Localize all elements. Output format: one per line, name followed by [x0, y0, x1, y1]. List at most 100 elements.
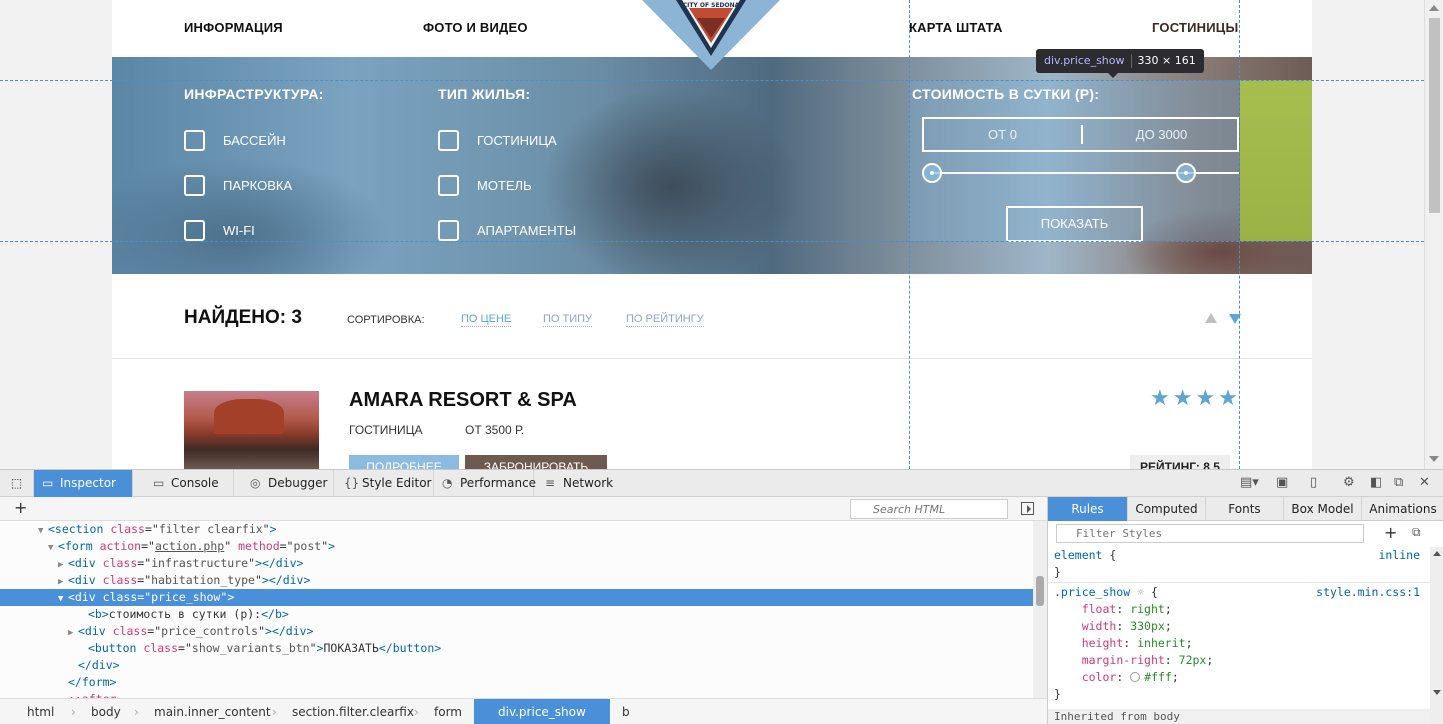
- add-rule-icon[interactable]: +: [1384, 523, 1397, 542]
- css-value[interactable]: #fff: [1144, 670, 1172, 684]
- tab-performance[interactable]: ◔ Performance: [434, 470, 536, 497]
- price-slider-max-handle[interactable]: [1176, 163, 1196, 183]
- filter-styles-input[interactable]: [1056, 524, 1364, 543]
- highlight-selector-icon[interactable]: ☼: [1137, 585, 1144, 599]
- scroll-down-icon[interactable]: [1433, 690, 1441, 695]
- breadcrumb-item[interactable]: section.filter.clearfix: [292, 699, 414, 724]
- css-value[interactable]: 330px: [1130, 619, 1165, 633]
- checkbox-box[interactable]: [184, 220, 205, 241]
- css-property[interactable]: color: [1082, 670, 1117, 684]
- markup-node[interactable]: <button class="show_variants_btn">ПОКАЗА…: [0, 640, 1033, 657]
- css-property[interactable]: width: [1082, 619, 1117, 633]
- rules-scrollbar[interactable]: [1430, 547, 1443, 724]
- toggle-sidebar-icon[interactable]: [1021, 502, 1034, 515]
- sort-by-type[interactable]: ПО ТИПУ: [543, 313, 593, 327]
- checkbox-box[interactable]: [438, 130, 459, 151]
- markup-node[interactable]: ▼ <div class="price_show">: [0, 589, 1033, 606]
- checkbox-box[interactable]: [184, 175, 205, 196]
- scroll-thumb[interactable]: [1429, 18, 1440, 213]
- nav-link-photo-video[interactable]: ФОТО И ВИДЕО: [423, 20, 528, 35]
- tab-inspector[interactable]: ▭ Inspector: [34, 470, 133, 497]
- tab-computed[interactable]: Computed: [1128, 497, 1206, 521]
- tab-box-model[interactable]: Box Model: [1284, 497, 1362, 521]
- dock-side-icon[interactable]: ◧: [1370, 475, 1382, 490]
- add-node-icon[interactable]: +: [14, 498, 27, 517]
- css-property[interactable]: margin-right: [1082, 653, 1165, 667]
- page-scrollbar[interactable]: [1424, 0, 1443, 469]
- toggle-pseudo-class-icon[interactable]: ⧉: [1412, 525, 1421, 540]
- checkbox-motel[interactable]: МОТЕЛЬ: [438, 175, 532, 196]
- tab-fonts[interactable]: Fonts: [1206, 497, 1284, 521]
- scroll-up-icon[interactable]: [1429, 5, 1439, 11]
- hotel-name[interactable]: AMARA RESORT & SPA: [349, 389, 577, 412]
- book-button[interactable]: ЗАБРОНИРОВАТЬ: [465, 455, 607, 469]
- checkbox-wifi[interactable]: WI-FI: [184, 220, 255, 241]
- breadcrumb-item[interactable]: main.inner_content: [154, 699, 271, 724]
- markup-node[interactable]: ▼ <section class="filter clearfix">: [0, 521, 1033, 538]
- checkbox-box[interactable]: [184, 130, 205, 151]
- tab-rules[interactable]: Rules: [1048, 497, 1128, 521]
- responsive-mode-icon[interactable]: ▯: [1310, 475, 1317, 490]
- sort-asc-icon[interactable]: [1205, 313, 1217, 323]
- hotel-price: ОТ 3500 Р.: [465, 423, 525, 437]
- search-html-input[interactable]: [850, 499, 1008, 519]
- markup-node[interactable]: </form>: [0, 674, 1033, 691]
- css-value[interactable]: inherit: [1137, 636, 1185, 650]
- pick-element-icon[interactable]: ⬚: [0, 470, 34, 497]
- css-property[interactable]: float: [1082, 602, 1117, 616]
- nav-link-info[interactable]: ИНФОРМАЦИЯ: [184, 20, 283, 35]
- checkbox-box[interactable]: [438, 175, 459, 196]
- price-to-input[interactable]: ДО 3000: [1083, 119, 1240, 150]
- undock-icon[interactable]: ⧉: [1394, 475, 1403, 490]
- css-property[interactable]: height: [1082, 636, 1124, 650]
- breadcrumb-item[interactable]: html: [27, 699, 54, 724]
- checkbox-hotel[interactable]: ГОСТИНИЦА: [438, 130, 557, 151]
- markup-node[interactable]: <b>стоимость в сутки (р):</b>: [0, 606, 1033, 623]
- markup-node[interactable]: ▶ <div class="infrastructure"></div>: [0, 555, 1033, 572]
- markup-node[interactable]: </div>: [0, 657, 1033, 674]
- settings-gear-icon[interactable]: ⚙: [1343, 475, 1355, 490]
- scroll-down-icon[interactable]: [1429, 456, 1439, 462]
- sort-by-price[interactable]: ПО ЦЕНЕ: [461, 313, 512, 327]
- tab-style-editor[interactable]: {} Style Editor: [336, 470, 434, 497]
- tab-debugger[interactable]: ◎ Debugger: [242, 470, 334, 497]
- details-button[interactable]: ПОДРОБНЕЕ: [349, 455, 459, 469]
- markup-node[interactable]: ▼ <form action="action.php" method="post"…: [0, 538, 1033, 555]
- markup-view[interactable]: ▼ <section class="filter clearfix"> ▼ <form…: [0, 521, 1033, 698]
- breadcrumb-item[interactable]: body: [91, 699, 121, 724]
- scroll-thumb[interactable]: [1036, 576, 1044, 606]
- markup-node[interactable]: ::after: [0, 691, 1033, 698]
- nav-link-state-map[interactable]: КАРТА ШТАТА: [909, 20, 1003, 35]
- inspector-guide-bottom: [0, 241, 1424, 242]
- markup-scrollbar[interactable]: [1033, 521, 1047, 698]
- breadcrumb-item[interactable]: div.price_show: [474, 699, 610, 724]
- show-button[interactable]: ПОКАЗАТЬ: [1006, 206, 1143, 242]
- markup-node[interactable]: ▶ <div class="habitation_type"></div>: [0, 572, 1033, 589]
- tab-network[interactable]: ≡ Network: [537, 470, 629, 497]
- hotel-photo[interactable]: [184, 391, 319, 469]
- breadcrumb-item[interactable]: form: [434, 699, 462, 724]
- frame-select-icon[interactable]: ▤▾: [1240, 475, 1259, 490]
- rule-source-link[interactable]: style.min.css:1: [1316, 584, 1420, 601]
- css-value[interactable]: right: [1130, 602, 1165, 616]
- element-source-link[interactable]: inline: [1378, 547, 1420, 564]
- scroll-up-icon[interactable]: [1433, 551, 1441, 556]
- price-slider-min-handle[interactable]: [922, 163, 942, 183]
- checkbox-pool[interactable]: БАССЕЙН: [184, 130, 286, 151]
- color-swatch-icon[interactable]: [1130, 672, 1141, 682]
- breadcrumb-item[interactable]: b: [622, 699, 630, 724]
- checkbox-apartments[interactable]: АПАРТАМЕНТЫ: [438, 220, 576, 241]
- checkbox-parking[interactable]: ПАРКОВКА: [184, 175, 292, 196]
- city-of-sedona-logo[interactable]: CITY OF SEDONA: [642, 0, 780, 70]
- split-console-icon[interactable]: ▣: [1276, 475, 1288, 490]
- rules-list[interactable]: element { inline } .price_show ☼ { style…: [1048, 547, 1430, 724]
- close-icon[interactable]: ✕: [1419, 475, 1430, 490]
- tab-animations[interactable]: Animations: [1362, 497, 1443, 521]
- markup-node[interactable]: ▶ <div class="price_controls"></div>: [0, 623, 1033, 640]
- checkbox-box[interactable]: [438, 220, 459, 241]
- css-value[interactable]: 72px: [1179, 653, 1207, 667]
- price-from-input[interactable]: ОТ 0: [924, 119, 1081, 150]
- tab-console[interactable]: ▭ Console: [145, 470, 234, 497]
- sort-by-rating[interactable]: ПО РЕЙТИНГУ: [626, 313, 704, 327]
- nav-link-hotels[interactable]: ГОСТИНИЦЫ: [1152, 20, 1238, 35]
